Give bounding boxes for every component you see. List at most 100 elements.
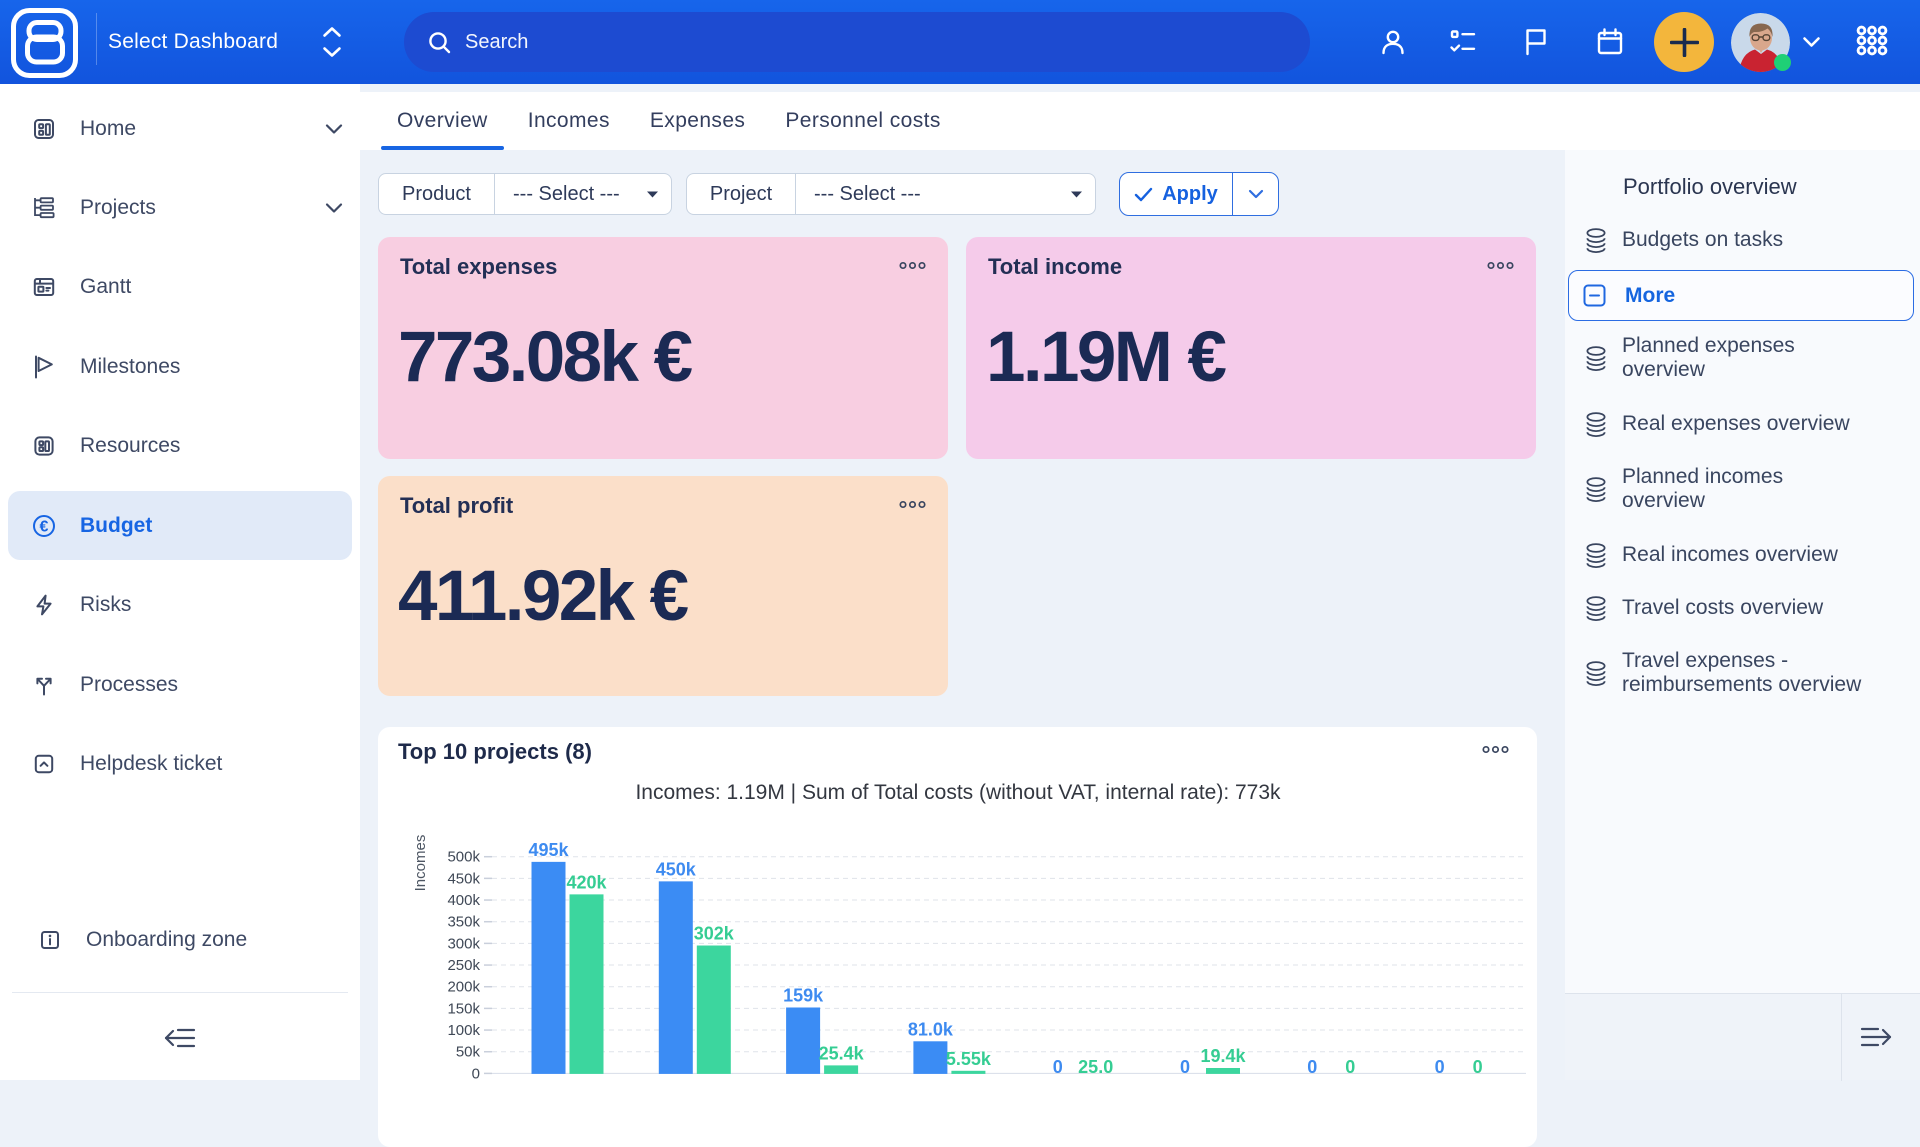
coins-icon [1586, 346, 1606, 371]
collapse-sidebar-icon[interactable] [164, 1026, 196, 1050]
sidebar-item-label: Risks [80, 593, 352, 617]
project-filter: Project --- Select --- [686, 173, 1096, 215]
panel-item-travel-expenses[interactable]: Travel expenses -reimbursements overview [1565, 649, 1920, 697]
app-logo[interactable] [11, 8, 78, 78]
sidebar-item-label: Helpdesk ticket [80, 752, 352, 776]
sidebar-item-helpdesk[interactable]: Helpdesk ticket [8, 730, 352, 799]
sidebar-item-resources[interactable]: Resources [8, 412, 352, 481]
coins-icon [1586, 477, 1606, 502]
budget-euro-icon: € [32, 514, 56, 538]
product-filter-select[interactable]: --- Select --- [495, 174, 671, 214]
panel-item-real-incomes[interactable]: Real incomes overview [1565, 543, 1920, 567]
dashboard-selector[interactable]: Select Dashboard [108, 0, 342, 84]
panel-item-more[interactable]: More [1568, 270, 1914, 321]
svg-text:300k: 300k [447, 935, 480, 952]
card-menu-icon[interactable] [899, 500, 926, 509]
calendar-icon[interactable] [1595, 27, 1625, 57]
svg-text:0: 0 [1307, 1057, 1317, 1077]
sidebar-item-processes[interactable]: Processes [8, 650, 352, 719]
search-input[interactable] [465, 31, 1185, 54]
tab-personnel-costs[interactable]: Personnel costs [765, 92, 960, 150]
home-dashboard-icon [32, 117, 56, 141]
sidebar-item-home[interactable]: Home [8, 94, 352, 163]
svg-text:495k: 495k [528, 840, 569, 860]
panel-item-planned-incomes[interactable]: Planned incomesoverview [1565, 465, 1920, 513]
project-filter-label: Project [687, 174, 796, 214]
tab-incomes[interactable]: Incomes [508, 92, 630, 150]
sidebar-item-label: Onboarding zone [86, 928, 352, 952]
panel-item-label-line1: Planned expenses [1622, 334, 1795, 357]
tab-band: Overview Incomes Expenses Personnel cost… [360, 92, 1920, 150]
apply-button[interactable]: Apply [1120, 173, 1233, 215]
chevron-down-icon[interactable] [1802, 36, 1821, 48]
project-filter-select[interactable]: --- Select --- [796, 174, 1095, 214]
panel-item-label-line2: overview [1622, 358, 1705, 381]
select-arrow-icon [1071, 191, 1082, 198]
topbar-divider [96, 13, 97, 65]
chevron-down-icon [324, 123, 344, 135]
svg-text:0: 0 [1473, 1057, 1483, 1077]
sidebar-item-label: Gantt [80, 275, 352, 299]
panel-item-label-line2: reimbursements overview [1622, 673, 1861, 696]
svg-text:250k: 250k [447, 957, 480, 974]
panel-item-label-line1: Travel expenses - [1622, 649, 1788, 672]
svg-text:500k: 500k [447, 849, 480, 866]
risks-lightning-icon [32, 593, 56, 617]
sidebar-item-projects[interactable]: Projects [8, 173, 352, 242]
sidebar-item-onboarding[interactable]: Onboarding zone [8, 906, 352, 975]
product-filter: Product --- Select --- [378, 173, 672, 215]
sidebar-item-risks[interactable]: Risks [8, 571, 352, 640]
select-arrow-icon [647, 191, 658, 198]
card-menu-icon[interactable] [899, 261, 926, 270]
project-filter-value: --- Select --- [814, 183, 921, 206]
panel-item-label: Budgets on tasks [1622, 228, 1783, 252]
expand-panel-icon[interactable] [1860, 1025, 1892, 1049]
svg-text:0: 0 [1053, 1057, 1063, 1077]
apply-options-button[interactable] [1233, 173, 1278, 215]
card-value: 1.19M € [986, 317, 1224, 398]
add-button[interactable] [1654, 12, 1714, 72]
panel-item-planned-expenses[interactable]: Planned expensesoverview [1565, 334, 1920, 382]
check-icon [1134, 187, 1153, 202]
sidebar-item-gantt[interactable]: Gantt [8, 253, 352, 322]
processes-split-icon [32, 673, 56, 697]
panel-item-label: Planned incomesoverview [1622, 465, 1783, 513]
apply-button-label: Apply [1162, 183, 1218, 206]
panel-item-label: More [1625, 284, 1675, 308]
tasks-icon[interactable] [1448, 27, 1478, 57]
svg-text:0: 0 [1435, 1057, 1445, 1077]
logo-8-icon [11, 8, 78, 78]
sidebar-item-budget[interactable]: € Budget [8, 491, 352, 560]
svg-text:81.0k: 81.0k [908, 1019, 954, 1039]
tab-overview[interactable]: Overview [377, 92, 508, 150]
svg-text:450k: 450k [447, 870, 480, 887]
svg-text:159k: 159k [783, 985, 824, 1005]
panel-item-budgets-on-tasks[interactable]: Budgets on tasks [1565, 228, 1920, 252]
search-bar[interactable] [404, 12, 1310, 72]
footer-divider [1841, 994, 1842, 1081]
svg-text:302k: 302k [694, 924, 735, 944]
svg-text:0: 0 [1345, 1057, 1355, 1077]
svg-text:420k: 420k [566, 872, 607, 892]
apps-grid-icon[interactable] [1856, 25, 1888, 57]
card-menu-icon[interactable] [1487, 261, 1514, 270]
minus-square-icon [1583, 284, 1606, 307]
tab-expenses[interactable]: Expenses [630, 92, 765, 150]
projects-tree-icon [32, 196, 56, 220]
card-title: Total expenses [400, 254, 926, 280]
panel-item-travel-costs[interactable]: Travel costs overview [1565, 596, 1920, 620]
panel-footer [1565, 993, 1920, 1080]
svg-text:19.4k: 19.4k [1200, 1046, 1246, 1066]
svg-text:5.55k: 5.55k [946, 1049, 992, 1069]
card-title: Total profit [400, 493, 926, 519]
tabs: Overview Incomes Expenses Personnel cost… [377, 92, 961, 150]
total-expenses-card: Total expenses 773.08k € [378, 237, 948, 459]
flag-icon[interactable] [1521, 27, 1551, 57]
sidebar-item-milestones[interactable]: Milestones [8, 332, 352, 401]
panel-item-real-expenses[interactable]: Real expenses overview [1565, 412, 1920, 436]
milestones-flag-icon [32, 355, 56, 379]
user-icon[interactable] [1378, 27, 1408, 57]
apply-split-button: Apply [1119, 172, 1279, 216]
plus-icon [1670, 28, 1699, 57]
coins-icon [1586, 543, 1606, 568]
